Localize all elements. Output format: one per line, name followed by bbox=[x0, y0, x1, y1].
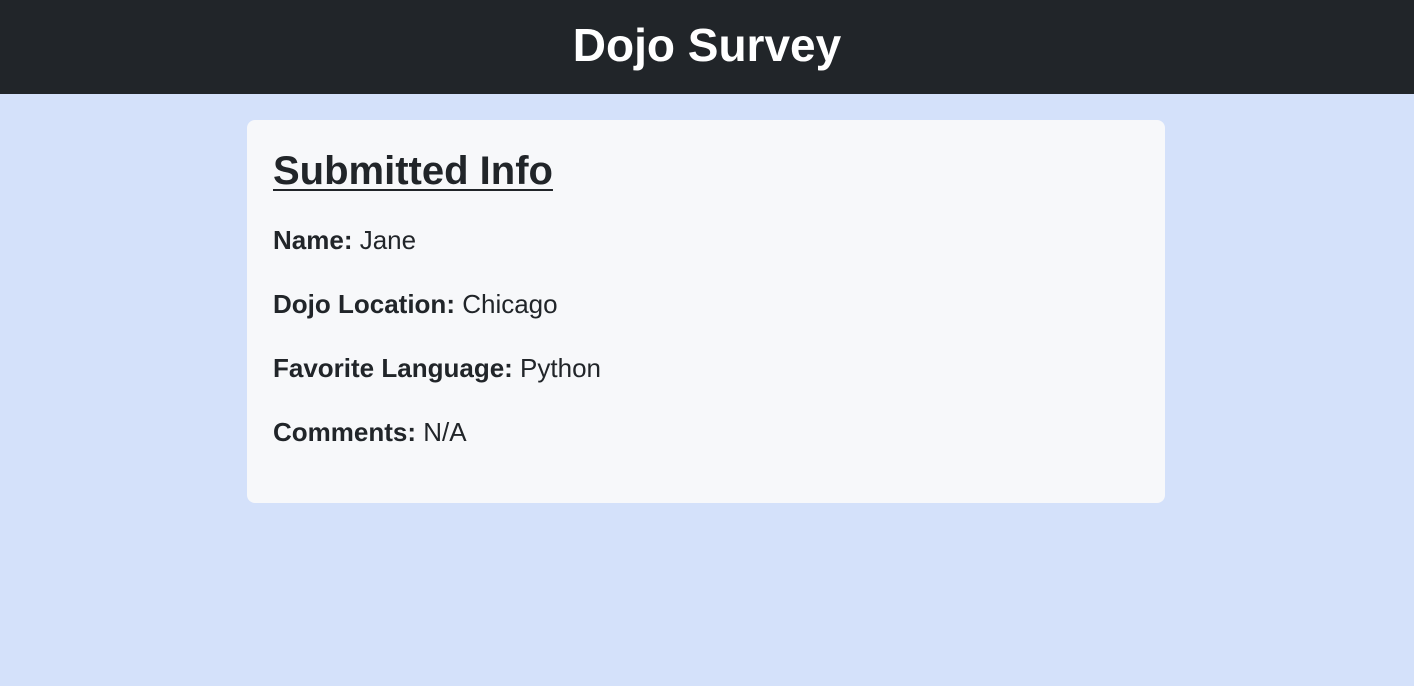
submitted-info-card: Submitted Info Name: Jane Dojo Location:… bbox=[247, 120, 1165, 503]
name-label: Name: bbox=[273, 225, 360, 255]
info-row-favorite-language: Favorite Language: Python bbox=[273, 354, 1139, 382]
info-row-comments: Comments: N/A bbox=[273, 418, 1139, 446]
page-title: Dojo Survey bbox=[572, 19, 842, 71]
favorite-language-value: Python bbox=[520, 353, 601, 383]
info-row-name: Name: Jane bbox=[273, 226, 1139, 254]
name-value: Jane bbox=[359, 225, 417, 255]
comments-value: N/A bbox=[423, 417, 467, 447]
header-bar: Dojo Survey bbox=[0, 0, 1414, 94]
info-row-dojo-location: Dojo Location: Chicago bbox=[273, 290, 1139, 318]
dojo-location-label: Dojo Location: bbox=[273, 289, 463, 319]
dojo-location-value: Chicago bbox=[462, 289, 558, 319]
favorite-language-label: Favorite Language: bbox=[273, 353, 521, 383]
comments-label: Comments: bbox=[273, 417, 424, 447]
card-title: Submitted Info bbox=[273, 149, 553, 193]
